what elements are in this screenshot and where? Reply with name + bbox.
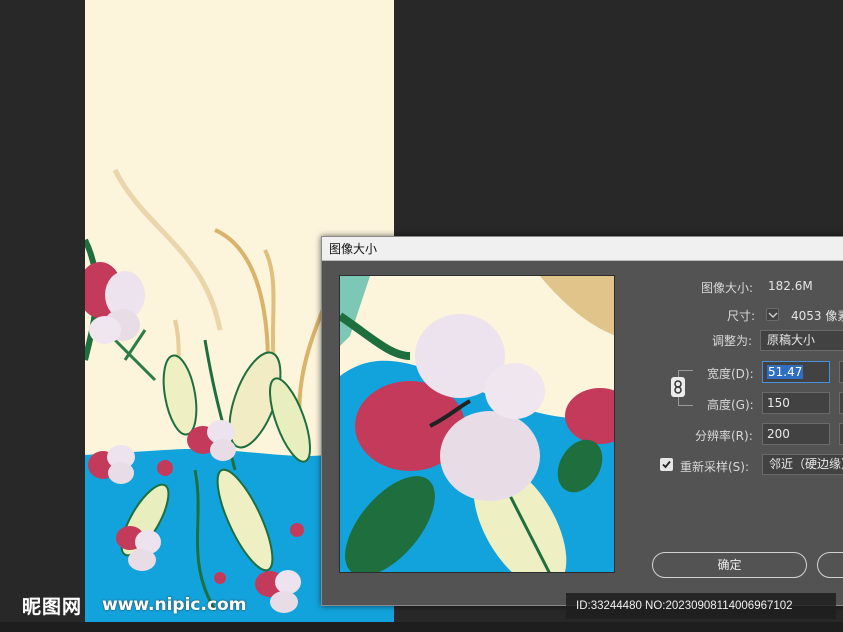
dimensions-value: 4053 像素 <box>791 309 843 323</box>
preview-artwork <box>340 276 614 572</box>
resample-label: 重新采样(S): <box>680 460 750 474</box>
fit-to-select[interactable]: 原稿大小 <box>760 330 843 351</box>
image-size-value: 182.6M <box>768 279 813 293</box>
fit-to-label: 调整为: <box>712 334 753 348</box>
resolution-input[interactable]: 200 <box>762 423 830 445</box>
dimensions-label: 尺寸: <box>727 309 756 323</box>
watermark-logo: 昵图网 <box>22 596 83 618</box>
width-input[interactable]: 51.47 <box>762 361 830 383</box>
dialog-title[interactable]: 图像大小 <box>322 237 843 261</box>
resolution-unit-select[interactable] <box>839 423 843 445</box>
height-label: 高度(G): <box>707 398 754 412</box>
ok-button[interactable]: 确定 <box>652 552 807 578</box>
image-size-dialog: 图像大小 图像大小: 182.6M 尺寸: 4053 像素 调整为: 原稿大小 <box>321 236 843 606</box>
watermark-id: ID:33244480 NO:20230908114006967102 <box>566 593 836 619</box>
height-input[interactable]: 150 <box>762 392 830 414</box>
link-chain-icon[interactable] <box>671 377 685 397</box>
width-value: 51.47 <box>767 365 804 379</box>
image-preview[interactable] <box>339 275 615 573</box>
resample-select[interactable]: 邻近（硬边缘） <box>762 454 843 475</box>
status-strip <box>0 622 843 632</box>
resolution-label: 分辨率(R): <box>695 429 753 443</box>
watermark-url: www.nipic.com <box>102 595 247 615</box>
resample-checkbox[interactable] <box>660 458 673 471</box>
cancel-button[interactable] <box>817 552 843 578</box>
width-unit-select[interactable] <box>839 361 843 383</box>
dimensions-toggle-icon[interactable] <box>766 308 779 321</box>
image-size-label: 图像大小: <box>701 281 754 295</box>
height-unit-select[interactable] <box>839 392 843 414</box>
width-label: 宽度(D): <box>707 367 754 381</box>
